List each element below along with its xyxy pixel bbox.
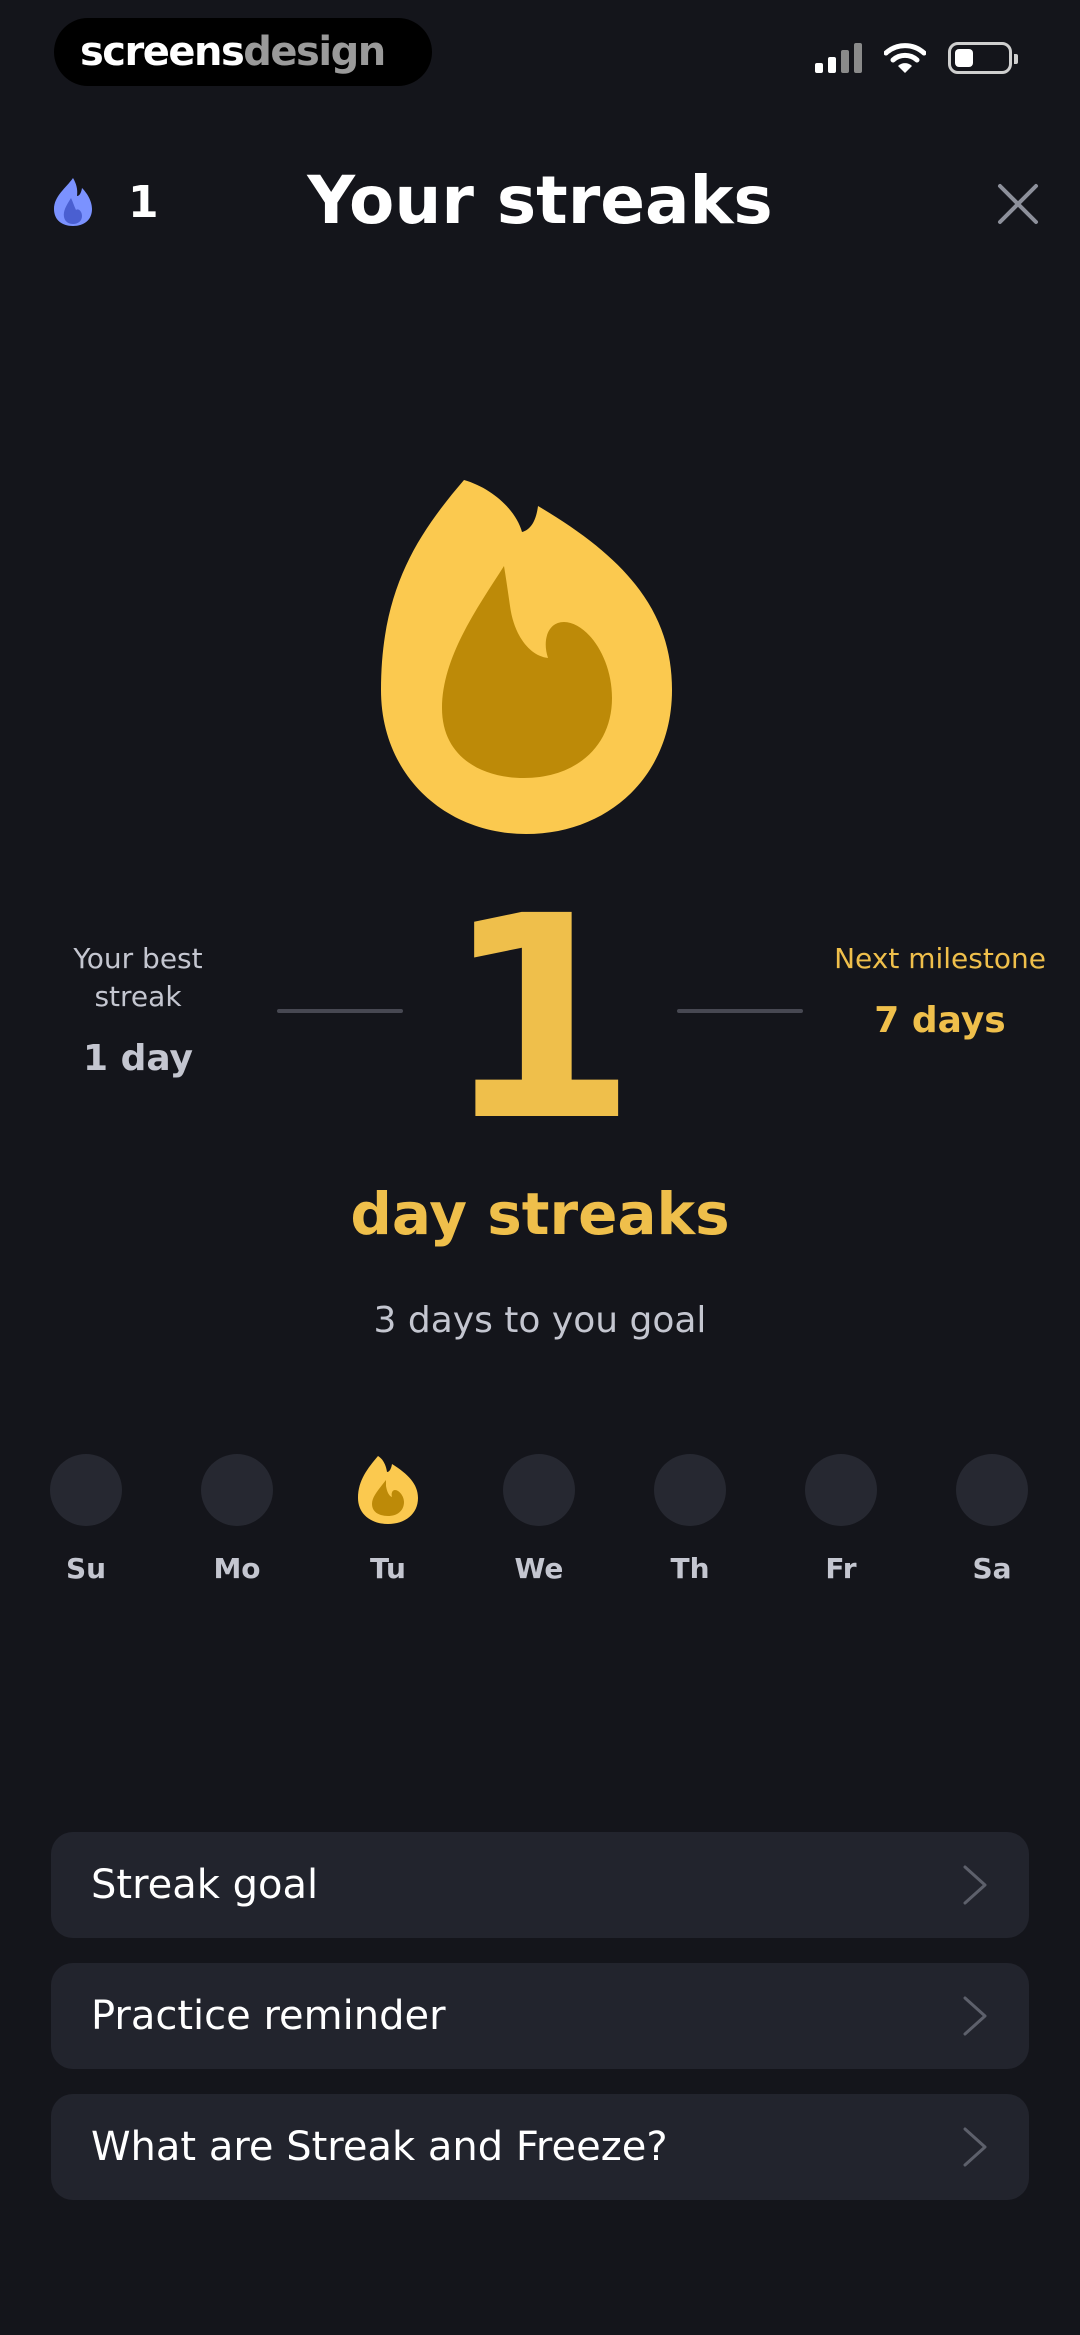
chevron-right-icon	[963, 1996, 987, 2036]
streak-goal-button[interactable]: Streak goal	[51, 1832, 1029, 1938]
option-label: Practice reminder	[91, 1993, 446, 2039]
next-milestone-label: Next milestone	[834, 942, 1046, 975]
day-label: Mo	[213, 1552, 261, 1585]
day-label: Tu	[370, 1552, 406, 1585]
day-dot	[654, 1454, 726, 1526]
chevron-right-icon	[963, 1865, 987, 1905]
goal-progress-text: 3 days to you goal	[373, 1300, 707, 1341]
page-title: Your streaks	[307, 162, 773, 239]
day-label: Th	[670, 1552, 710, 1585]
streak-freeze-info-button[interactable]: What are Streak and Freeze?	[51, 2094, 1029, 2200]
day-label: We	[514, 1552, 564, 1585]
day-flame-icon	[352, 1454, 424, 1526]
streaks-screen: screens design 1 Your streaks Your best …	[0, 0, 1080, 2335]
day-dot	[50, 1454, 122, 1526]
day-th: Th	[654, 1454, 726, 1585]
day-we: We	[503, 1454, 575, 1585]
option-label: Streak goal	[91, 1862, 319, 1908]
next-milestone-value: 7 days	[874, 1000, 1006, 1041]
day-label: Sa	[972, 1552, 1012, 1585]
week-calendar: Su Mo Tu We Th Fr Sa	[50, 1454, 1030, 1585]
cellular-signal-icon	[815, 43, 862, 73]
brand-part2: design	[243, 29, 386, 75]
day-dot	[805, 1454, 877, 1526]
day-su: Su	[50, 1454, 122, 1585]
status-icons	[815, 42, 1018, 74]
day-dot	[956, 1454, 1028, 1526]
brand-part1: screens	[80, 29, 245, 75]
practice-reminder-button[interactable]: Practice reminder	[51, 1963, 1029, 2069]
chevron-right-icon	[963, 2127, 987, 2167]
day-label: Fr	[825, 1552, 857, 1585]
divider-right	[677, 1009, 803, 1013]
option-label: What are Streak and Freeze?	[91, 2124, 668, 2170]
day-fr: Fr	[805, 1454, 877, 1585]
next-milestone-stat: Next milestone 7 days	[830, 940, 1050, 1041]
brand-watermark: screens design	[54, 18, 432, 86]
streak-unit-label: day streaks	[350, 1180, 730, 1248]
close-icon[interactable]	[992, 178, 1044, 230]
day-mo: Mo	[201, 1454, 273, 1585]
day-tu: Tu	[352, 1454, 424, 1585]
wifi-icon	[884, 43, 926, 73]
day-label: Su	[65, 1552, 107, 1585]
day-dot	[503, 1454, 575, 1526]
battery-icon	[948, 42, 1018, 74]
flame-icon	[381, 480, 672, 834]
day-sa: Sa	[956, 1454, 1028, 1585]
day-dot	[201, 1454, 273, 1526]
